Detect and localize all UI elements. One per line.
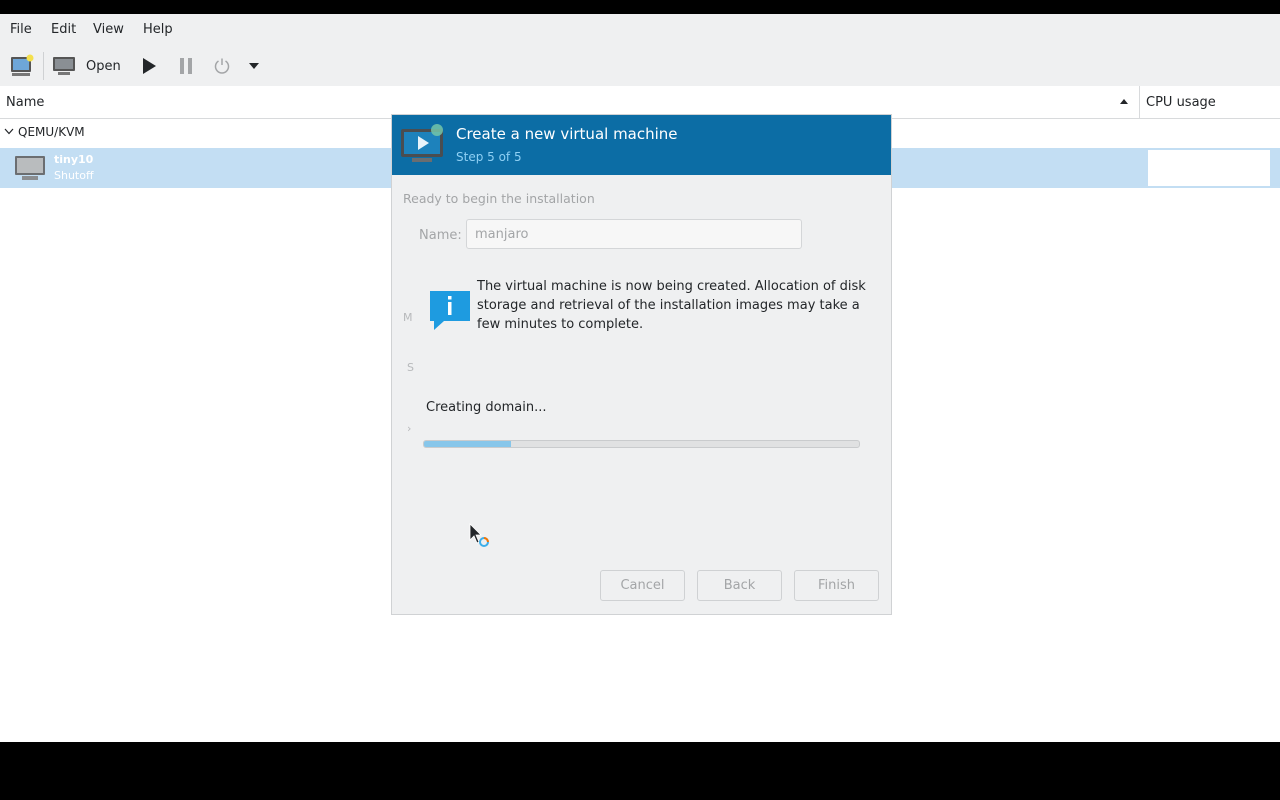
faded-text-1: M [403, 311, 413, 324]
progress-bar [423, 440, 860, 448]
info-icon [430, 291, 470, 330]
menu-edit[interactable]: Edit [51, 22, 76, 37]
caret-down-icon [249, 63, 259, 69]
dialog-step: Step 5 of 5 [456, 150, 522, 164]
power-icon [214, 58, 230, 74]
back-button[interactable]: Back [697, 570, 782, 601]
monitor-icon [53, 57, 75, 75]
progress-label: Creating domain... [426, 400, 547, 415]
column-separator[interactable] [1139, 86, 1140, 118]
new-vm-monitor-icon [11, 54, 34, 76]
run-button[interactable] [138, 46, 160, 86]
create-vm-dialog: Create a new virtual machine Step 5 of 5… [391, 114, 892, 615]
name-field[interactable] [466, 219, 802, 249]
vm-monitor-icon [15, 156, 45, 180]
sort-ascending-icon [1120, 99, 1128, 104]
shutdown-button[interactable] [210, 46, 234, 86]
connection-label: QEMU/KVM [18, 125, 85, 139]
faded-text-3: › [407, 422, 412, 435]
column-cpu-usage[interactable]: CPU usage [1146, 95, 1216, 110]
toolbar: Open [0, 46, 1280, 86]
vm-cpu-graph [1148, 150, 1270, 186]
play-icon [143, 58, 156, 74]
dialog-title: Create a new virtual machine [456, 125, 678, 143]
name-label: Name: [419, 228, 462, 243]
column-name[interactable]: Name [6, 95, 44, 110]
ready-heading: Ready to begin the installation [403, 191, 595, 206]
new-vm-button[interactable] [6, 46, 38, 86]
busy-cursor-icon [469, 523, 489, 547]
menubar: File Edit View Help [0, 14, 1280, 46]
open-label: Open [86, 58, 121, 74]
vm-status: Shutoff [54, 169, 94, 182]
info-message: The virtual machine is now being created… [477, 279, 866, 332]
toolbar-separator [43, 52, 44, 80]
progress-bar-fill [424, 441, 511, 447]
new-vm-wizard-icon [401, 124, 443, 162]
dialog-header: Create a new virtual machine Step 5 of 5 [392, 115, 891, 175]
cancel-button[interactable]: Cancel [600, 570, 685, 601]
open-button[interactable]: Open [52, 46, 124, 86]
faded-text-2: S [407, 361, 414, 374]
vm-name: tiny10 [54, 153, 94, 166]
chevron-down-icon[interactable] [4, 128, 14, 135]
menu-view[interactable]: View [93, 22, 124, 37]
shutdown-menu-button[interactable] [245, 46, 263, 86]
menu-file[interactable]: File [10, 22, 32, 37]
finish-button[interactable]: Finish [794, 570, 879, 601]
menu-help[interactable]: Help [143, 22, 173, 37]
pause-icon [180, 58, 192, 74]
virt-manager-window: File Edit View Help Open Name CPU usage … [0, 14, 1280, 742]
pause-button[interactable] [175, 46, 197, 86]
